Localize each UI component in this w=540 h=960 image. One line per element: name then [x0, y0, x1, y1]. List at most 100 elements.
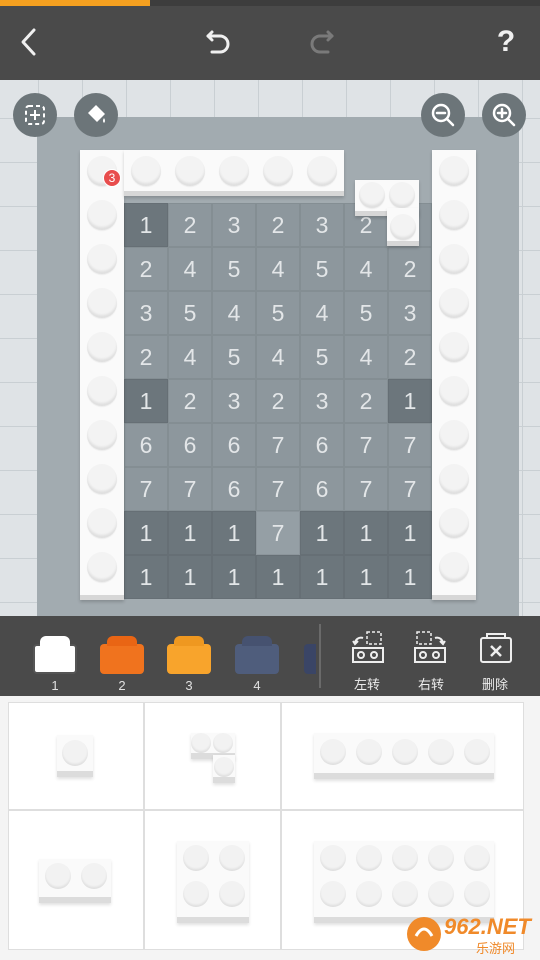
placed-brick-top[interactable] — [124, 150, 344, 196]
grid-cell[interactable]: 1 — [168, 555, 212, 599]
grid-cell[interactable]: 1 — [388, 555, 432, 599]
zoom-out-button[interactable] — [421, 93, 465, 137]
grid-cell[interactable]: 1 — [344, 511, 388, 555]
grid-cell[interactable]: 1 — [212, 555, 256, 599]
undo-button[interactable] — [196, 20, 240, 64]
grid-cell[interactable]: 1 — [124, 511, 168, 555]
grid-cell[interactable]: 6 — [300, 467, 344, 511]
placed-brick-left[interactable] — [80, 150, 124, 600]
back-button[interactable] — [8, 20, 52, 64]
grid-cell[interactable]: 4 — [168, 247, 212, 291]
shape-corner[interactable] — [144, 702, 281, 810]
grid-cell[interactable]: 3 — [124, 291, 168, 335]
placed-brick-right[interactable] — [432, 150, 476, 600]
watermark-logo-icon — [407, 917, 441, 951]
grid-cell[interactable]: 1 — [124, 555, 168, 599]
grid-cell[interactable]: 5 — [212, 335, 256, 379]
shape-1x1[interactable] — [8, 702, 144, 810]
grid-cell[interactable]: 4 — [212, 291, 256, 335]
grid-cell[interactable]: 3 — [300, 203, 344, 247]
grid-cell[interactable]: 5 — [212, 247, 256, 291]
grid-cell[interactable]: 5 — [256, 291, 300, 335]
grid-cell[interactable]: 1 — [344, 555, 388, 599]
help-button[interactable]: ? — [484, 20, 528, 64]
build-canvas[interactable]: 1232321245454235454532454542123232166676… — [0, 80, 540, 616]
grid-cell[interactable]: 1 — [388, 511, 432, 555]
fill-bucket-button[interactable] — [74, 93, 118, 137]
delete-label: 删除 — [481, 677, 508, 692]
swatch-3-label: 3 — [185, 678, 193, 693]
top-toolbar: ? — [0, 0, 540, 80]
grid-cell[interactable]: 4 — [256, 247, 300, 291]
grid-cell[interactable]: 3 — [212, 379, 256, 423]
zoom-out-icon — [431, 103, 455, 127]
shape-1x2[interactable] — [8, 810, 144, 950]
grid-cell[interactable]: 1 — [124, 379, 168, 423]
grid-cell[interactable]: 4 — [256, 335, 300, 379]
swatch-1[interactable] — [32, 634, 78, 682]
grid-cell[interactable]: 7 — [388, 467, 432, 511]
grid-cell[interactable]: 7 — [388, 423, 432, 467]
grid-cell[interactable]: 2 — [388, 247, 432, 291]
grid-cell[interactable]: 1 — [300, 511, 344, 555]
grid-cell[interactable]: 6 — [124, 423, 168, 467]
grid-cell[interactable]: 3 — [300, 379, 344, 423]
grid-cell[interactable]: 1 — [388, 379, 432, 423]
grid-cell[interactable]: 4 — [344, 335, 388, 379]
grid-cell[interactable]: 7 — [344, 467, 388, 511]
progress-track — [0, 0, 540, 6]
delete-icon — [480, 633, 512, 663]
swatch-2-label: 2 — [118, 678, 126, 693]
grid-cell[interactable]: 5 — [168, 291, 212, 335]
grid-cell[interactable]: 7 — [256, 467, 300, 511]
grid-cell[interactable]: 1 — [124, 203, 168, 247]
grid-cell[interactable]: 7 — [344, 423, 388, 467]
grid-cell[interactable]: 5 — [344, 291, 388, 335]
swatch-3[interactable] — [166, 634, 212, 682]
grid-cell[interactable]: 2 — [168, 379, 212, 423]
zoom-in-button[interactable] — [482, 93, 526, 137]
grid-cell[interactable]: 2 — [256, 379, 300, 423]
grid-cell[interactable]: 1 — [256, 555, 300, 599]
shape-2x2[interactable] — [144, 810, 281, 950]
swatch-4[interactable] — [234, 634, 280, 682]
grid-cell[interactable]: 6 — [168, 423, 212, 467]
swatch-5-partial[interactable] — [302, 634, 316, 682]
grid-cell[interactable]: 2 — [344, 379, 388, 423]
rotate-left-button[interactable]: 左转 — [342, 628, 392, 692]
grid-cell[interactable]: 6 — [212, 423, 256, 467]
grid-cell[interactable]: 7 — [124, 467, 168, 511]
grid-cell[interactable]: 1 — [212, 511, 256, 555]
grid-cell[interactable]: 2 — [124, 247, 168, 291]
grid-cell[interactable]: 3 — [212, 203, 256, 247]
grid-cell[interactable]: 2 — [256, 203, 300, 247]
grid-cell[interactable]: 4 — [344, 247, 388, 291]
redo-button[interactable] — [300, 20, 344, 64]
swatch-4-label: 4 — [253, 678, 261, 693]
shape-1x5[interactable] — [281, 702, 524, 810]
grid-cell[interactable]: 1 — [300, 555, 344, 599]
placed-brick-corner-drop[interactable] — [387, 208, 419, 246]
grid-cell[interactable]: 7 — [256, 511, 300, 555]
grid-cell[interactable]: 7 — [168, 467, 212, 511]
rotate-right-icon — [414, 631, 446, 663]
grid-cell[interactable]: 1 — [168, 511, 212, 555]
rotate-right-button[interactable]: 右转 — [406, 628, 456, 692]
site-watermark: 962.NET 乐游网 — [400, 912, 536, 956]
grid-cell[interactable]: 5 — [300, 335, 344, 379]
grid-cell[interactable]: 2 — [388, 335, 432, 379]
grid-cell[interactable]: 2 — [168, 203, 212, 247]
grid-cell[interactable]: 4 — [300, 291, 344, 335]
grid-cell[interactable]: 3 — [388, 291, 432, 335]
grid-cell[interactable]: 2 — [124, 335, 168, 379]
grid-cell[interactable]: 7 — [256, 423, 300, 467]
select-area-button[interactable] — [13, 93, 57, 137]
delete-button[interactable]: 删除 — [470, 628, 520, 692]
grid-cell[interactable]: 6 — [300, 423, 344, 467]
grid-cell[interactable]: 4 — [168, 335, 212, 379]
paint-bucket-icon — [88, 105, 105, 123]
grid-cell[interactable]: 6 — [212, 467, 256, 511]
chevron-left-icon — [21, 28, 36, 56]
swatch-2[interactable] — [99, 634, 145, 682]
grid-cell[interactable]: 5 — [300, 247, 344, 291]
